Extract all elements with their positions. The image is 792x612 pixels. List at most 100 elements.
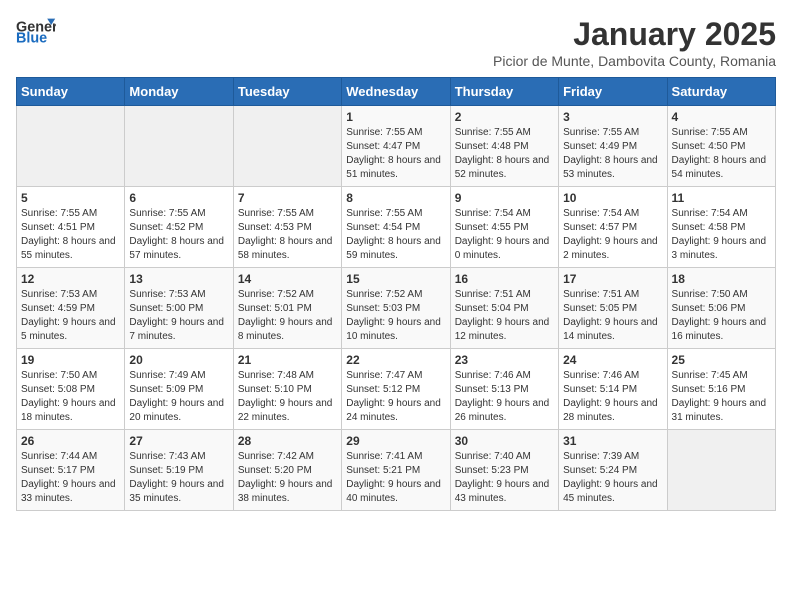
day-info: Sunrise: 7:43 AM Sunset: 5:19 PM Dayligh… <box>129 450 228 506</box>
table-row <box>125 106 233 187</box>
day-info: Sunrise: 7:42 AM Sunset: 5:20 PM Dayligh… <box>238 450 337 506</box>
table-row: 23 Sunrise: 7:46 AM Sunset: 5:13 PM Dayli… <box>450 349 558 430</box>
day-info: Sunrise: 7:55 AM Sunset: 4:53 PM Dayligh… <box>238 207 337 263</box>
day-number: 16 <box>455 272 554 286</box>
day-number: 24 <box>563 353 662 367</box>
table-row: 22 Sunrise: 7:47 AM Sunset: 5:12 PM Dayli… <box>342 349 450 430</box>
day-number: 15 <box>346 272 445 286</box>
header-friday: Friday <box>559 78 667 106</box>
header-thursday: Thursday <box>450 78 558 106</box>
day-info: Sunrise: 7:54 AM Sunset: 4:58 PM Dayligh… <box>672 207 771 263</box>
day-number: 5 <box>21 191 120 205</box>
day-info: Sunrise: 7:40 AM Sunset: 5:23 PM Dayligh… <box>455 450 554 506</box>
day-info: Sunrise: 7:55 AM Sunset: 4:47 PM Dayligh… <box>346 126 445 182</box>
day-info: Sunrise: 7:55 AM Sunset: 4:49 PM Dayligh… <box>563 126 662 182</box>
day-number: 30 <box>455 434 554 448</box>
day-number: 29 <box>346 434 445 448</box>
table-row: 7Sunrise: 7:55 AM Sunset: 4:53 PM Daylig… <box>233 187 341 268</box>
day-info: Sunrise: 7:44 AM Sunset: 5:17 PM Dayligh… <box>21 450 120 506</box>
table-row: 15 Sunrise: 7:52 AM Sunset: 5:03 PM Dayli… <box>342 268 450 349</box>
day-number: 8 <box>346 191 445 205</box>
day-number: 27 <box>129 434 228 448</box>
table-row: 12 Sunrise: 7:53 AM Sunset: 4:59 PM Dayli… <box>17 268 125 349</box>
table-row <box>17 106 125 187</box>
day-info: Sunrise: 7:52 AM Sunset: 5:01 PM Dayligh… <box>238 288 337 344</box>
day-number: 31 <box>563 434 662 448</box>
day-info: Sunrise: 7:48 AM Sunset: 5:10 PM Dayligh… <box>238 369 337 425</box>
day-number: 26 <box>21 434 120 448</box>
day-number: 25 <box>672 353 771 367</box>
table-row: 26 Sunrise: 7:44 AM Sunset: 5:17 PM Dayli… <box>17 430 125 511</box>
day-number: 1 <box>346 110 445 124</box>
day-info: Sunrise: 7:47 AM Sunset: 5:12 PM Dayligh… <box>346 369 445 425</box>
day-info: Sunrise: 7:50 AM Sunset: 5:06 PM Dayligh… <box>672 288 771 344</box>
day-info: Sunrise: 7:45 AM Sunset: 5:16 PM Dayligh… <box>672 369 771 425</box>
day-info: Sunrise: 7:51 AM Sunset: 5:05 PM Dayligh… <box>563 288 662 344</box>
day-number: 3 <box>563 110 662 124</box>
day-number: 11 <box>672 191 771 205</box>
day-info: Sunrise: 7:55 AM Sunset: 4:50 PM Dayligh… <box>672 126 771 182</box>
calendar-table: Sunday Monday Tuesday Wednesday Thursday… <box>16 77 776 511</box>
header-tuesday: Tuesday <box>233 78 341 106</box>
day-info: Sunrise: 7:39 AM Sunset: 5:24 PM Dayligh… <box>563 450 662 506</box>
header-saturday: Saturday <box>667 78 775 106</box>
table-row: 2 Sunrise: 7:55 AM Sunset: 4:48 PM Daylig… <box>450 106 558 187</box>
table-row: 14Sunrise: 7:52 AM Sunset: 5:01 PM Dayli… <box>233 268 341 349</box>
day-number: 18 <box>672 272 771 286</box>
day-info: Sunrise: 7:54 AM Sunset: 4:57 PM Dayligh… <box>563 207 662 263</box>
calendar-week-row: 12 Sunrise: 7:53 AM Sunset: 4:59 PM Dayli… <box>17 268 776 349</box>
day-info: Sunrise: 7:53 AM Sunset: 4:59 PM Dayligh… <box>21 288 120 344</box>
day-info: Sunrise: 7:55 AM Sunset: 4:52 PM Dayligh… <box>129 207 228 263</box>
day-info: Sunrise: 7:46 AM Sunset: 5:14 PM Dayligh… <box>563 369 662 425</box>
table-row: 30 Sunrise: 7:40 AM Sunset: 5:23 PM Dayli… <box>450 430 558 511</box>
day-number: 19 <box>21 353 120 367</box>
day-info: Sunrise: 7:51 AM Sunset: 5:04 PM Dayligh… <box>455 288 554 344</box>
table-row: 20Sunrise: 7:49 AM Sunset: 5:09 PM Dayli… <box>125 349 233 430</box>
calendar-week-row: 26 Sunrise: 7:44 AM Sunset: 5:17 PM Dayli… <box>17 430 776 511</box>
day-number: 22 <box>346 353 445 367</box>
day-info: Sunrise: 7:52 AM Sunset: 5:03 PM Dayligh… <box>346 288 445 344</box>
table-row: 4 Sunrise: 7:55 AM Sunset: 4:50 PM Daylig… <box>667 106 775 187</box>
table-row: 10 Sunrise: 7:54 AM Sunset: 4:57 PM Dayli… <box>559 187 667 268</box>
table-row <box>667 430 775 511</box>
logo-icon: General Blue <box>16 16 56 46</box>
title-block: January 2025 Picior de Munte, Dambovita … <box>493 16 776 69</box>
table-row: 13 Sunrise: 7:53 AM Sunset: 5:00 PM Dayli… <box>125 268 233 349</box>
month-year-title: January 2025 <box>493 16 776 53</box>
day-number: 21 <box>238 353 337 367</box>
table-row: 19 Sunrise: 7:50 AM Sunset: 5:08 PM Dayli… <box>17 349 125 430</box>
calendar-week-row: 19 Sunrise: 7:50 AM Sunset: 5:08 PM Dayli… <box>17 349 776 430</box>
table-row: 5Sunrise: 7:55 AM Sunset: 4:51 PM Daylig… <box>17 187 125 268</box>
day-number: 10 <box>563 191 662 205</box>
table-row: 17Sunrise: 7:51 AM Sunset: 5:05 PM Dayli… <box>559 268 667 349</box>
header-monday: Monday <box>125 78 233 106</box>
day-info: Sunrise: 7:55 AM Sunset: 4:48 PM Dayligh… <box>455 126 554 182</box>
table-row: 18 Sunrise: 7:50 AM Sunset: 5:06 PM Dayli… <box>667 268 775 349</box>
calendar-header-row: Sunday Monday Tuesday Wednesday Thursday… <box>17 78 776 106</box>
day-number: 23 <box>455 353 554 367</box>
table-row: 24 Sunrise: 7:46 AM Sunset: 5:14 PM Dayli… <box>559 349 667 430</box>
table-row: 16 Sunrise: 7:51 AM Sunset: 5:04 PM Dayli… <box>450 268 558 349</box>
header-wednesday: Wednesday <box>342 78 450 106</box>
table-row: 3 Sunrise: 7:55 AM Sunset: 4:49 PM Daylig… <box>559 106 667 187</box>
day-number: 2 <box>455 110 554 124</box>
day-number: 6 <box>129 191 228 205</box>
day-info: Sunrise: 7:55 AM Sunset: 4:54 PM Dayligh… <box>346 207 445 263</box>
day-number: 12 <box>21 272 120 286</box>
day-number: 9 <box>455 191 554 205</box>
table-row: 31 Sunrise: 7:39 AM Sunset: 5:24 PM Dayli… <box>559 430 667 511</box>
day-info: Sunrise: 7:50 AM Sunset: 5:08 PM Dayligh… <box>21 369 120 425</box>
table-row: 25 Sunrise: 7:45 AM Sunset: 5:16 PM Dayli… <box>667 349 775 430</box>
calendar-week-row: 5Sunrise: 7:55 AM Sunset: 4:51 PM Daylig… <box>17 187 776 268</box>
table-row: 21 Sunrise: 7:48 AM Sunset: 5:10 PM Dayli… <box>233 349 341 430</box>
table-row: 11 Sunrise: 7:54 AM Sunset: 4:58 PM Dayli… <box>667 187 775 268</box>
header-sunday: Sunday <box>17 78 125 106</box>
day-number: 13 <box>129 272 228 286</box>
day-info: Sunrise: 7:53 AM Sunset: 5:00 PM Dayligh… <box>129 288 228 344</box>
table-row: 1 Sunrise: 7:55 AM Sunset: 4:47 PM Daylig… <box>342 106 450 187</box>
day-number: 4 <box>672 110 771 124</box>
table-row: 28Sunrise: 7:42 AM Sunset: 5:20 PM Dayli… <box>233 430 341 511</box>
day-info: Sunrise: 7:46 AM Sunset: 5:13 PM Dayligh… <box>455 369 554 425</box>
table-row: 8 Sunrise: 7:55 AM Sunset: 4:54 PM Daylig… <box>342 187 450 268</box>
page-header: General Blue January 2025 Picior de Munt… <box>16 16 776 69</box>
